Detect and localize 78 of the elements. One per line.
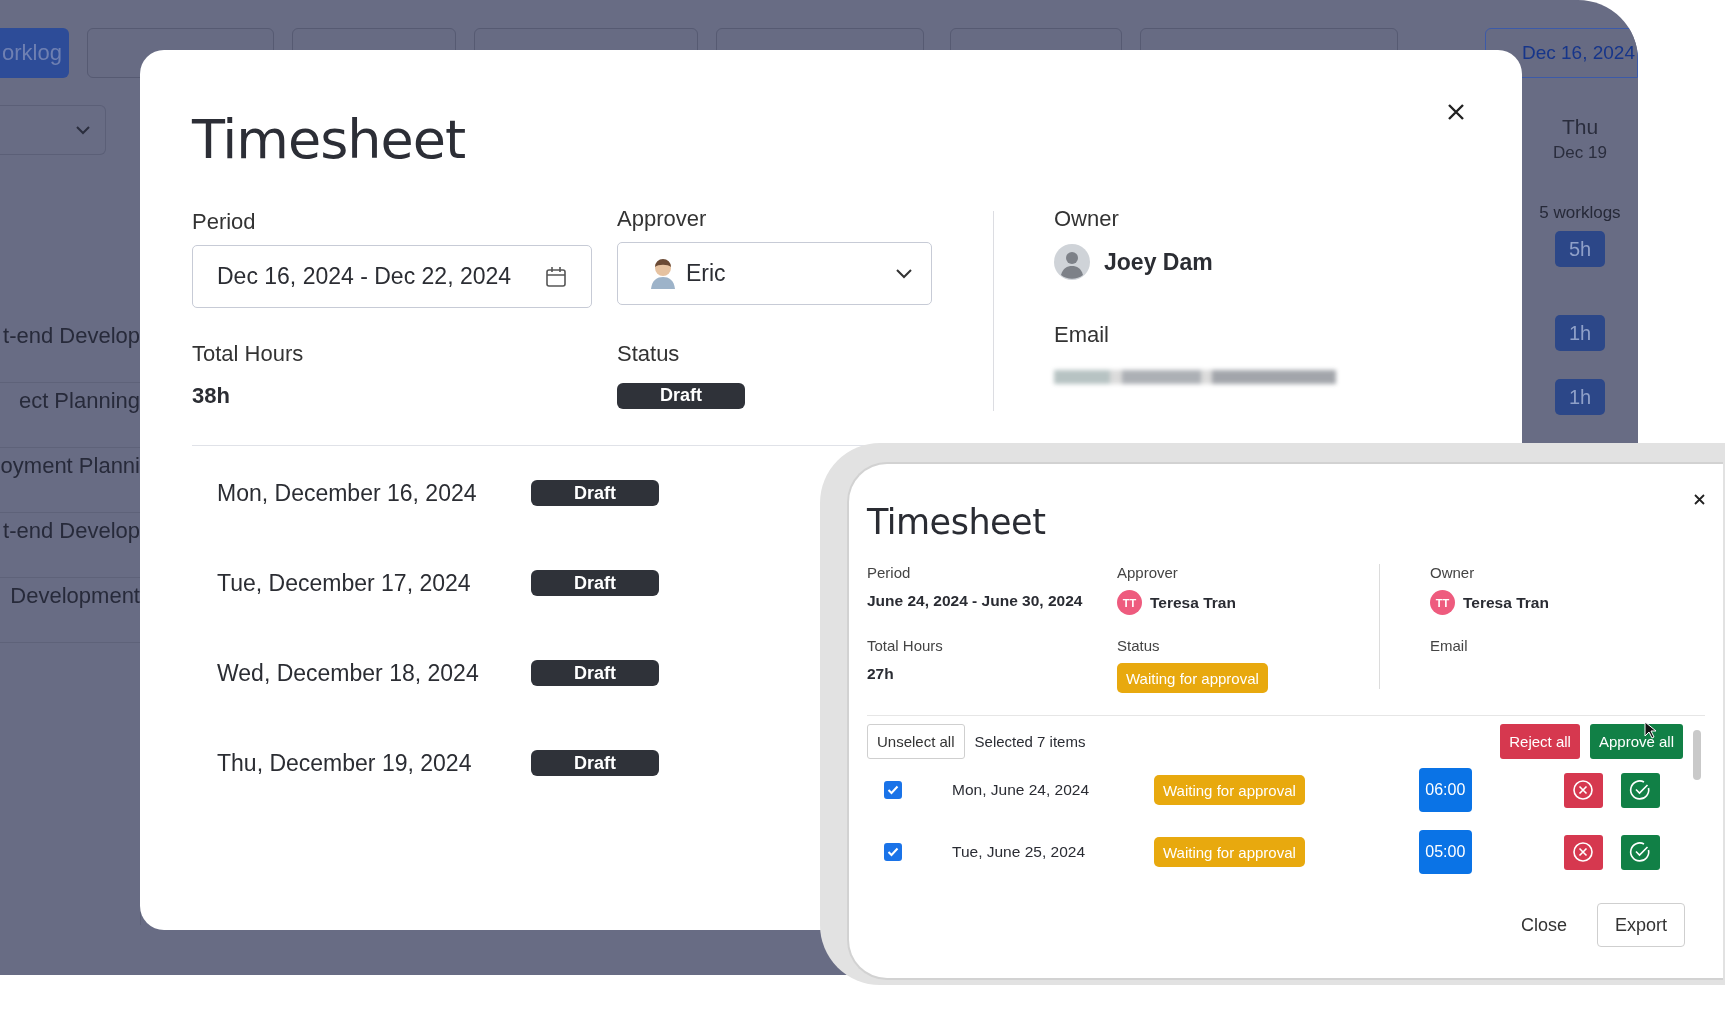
chevron-down-icon bbox=[75, 125, 91, 135]
cursor-icon bbox=[1644, 721, 1656, 739]
task-name: Development bbox=[10, 582, 140, 610]
status-badge: Draft bbox=[531, 750, 659, 776]
selection-count: Selected 7 items bbox=[974, 733, 1086, 750]
close-icon bbox=[1693, 493, 1706, 506]
check-icon bbox=[887, 785, 899, 795]
status-badge: Draft bbox=[617, 382, 745, 409]
hours-value: 06:00 bbox=[1418, 768, 1472, 812]
task-name: oyment Planni bbox=[0, 452, 140, 480]
day-date: Tue, June 25, 2024 bbox=[952, 843, 1086, 861]
hours-chip[interactable]: 1h bbox=[1555, 379, 1605, 415]
field-label: Status bbox=[1117, 637, 1161, 656]
person-name: Teresa Tran bbox=[1463, 593, 1549, 612]
worklog-count: 5 worklogs bbox=[1539, 203, 1621, 223]
day-date: Wed, December 18, 2024 bbox=[217, 659, 480, 687]
date-range-field[interactable]: Dec 16, 2024 - Dec 22, 2024 bbox=[192, 245, 592, 308]
weekday-label: Thu bbox=[1561, 115, 1599, 139]
approver-dropdown[interactable]: Eric bbox=[617, 242, 932, 305]
field-label: Email bbox=[1054, 322, 1110, 349]
period-value: June 24, 2024 - June 30, 2024 bbox=[867, 592, 1084, 610]
cancel-icon bbox=[1572, 841, 1595, 863]
scrollbar-thumb[interactable] bbox=[1693, 730, 1701, 780]
reject-all-button[interactable]: Reject all bbox=[1500, 724, 1580, 759]
chevron-down-icon bbox=[895, 268, 913, 279]
status-badge: Waiting for approval bbox=[1154, 837, 1305, 867]
field-label: Period bbox=[867, 564, 912, 583]
field-label: Status bbox=[617, 340, 681, 368]
task-name: t-end Develop bbox=[3, 517, 140, 545]
calendar-icon bbox=[545, 265, 567, 288]
status-badge: Draft bbox=[531, 570, 659, 596]
close-button[interactable]: Close bbox=[1514, 913, 1573, 937]
hours-chip[interactable]: 1h bbox=[1555, 315, 1605, 351]
field-label: Email bbox=[1430, 637, 1469, 656]
unselect-all-button[interactable]: Unselect all bbox=[867, 724, 965, 759]
day-date: Mon, June 24, 2024 bbox=[952, 781, 1091, 799]
day-date: Mon, December 16, 2024 bbox=[217, 479, 478, 507]
status-badge: Waiting for approval bbox=[1154, 775, 1305, 805]
check-circle-icon bbox=[1629, 841, 1652, 863]
field-label: Total Hours bbox=[192, 340, 305, 368]
field-label: Period bbox=[192, 209, 257, 236]
approve-button[interactable] bbox=[1620, 772, 1660, 808]
date-label: Dec 19 bbox=[1553, 143, 1607, 163]
export-button[interactable]: Export bbox=[1596, 903, 1685, 947]
hours-value: 05:00 bbox=[1418, 830, 1472, 874]
modal-title: Timesheet bbox=[867, 502, 1047, 542]
owner-name: Joey Dam bbox=[1104, 248, 1213, 276]
field-label: Approver bbox=[1117, 564, 1179, 583]
avatar-icon bbox=[650, 258, 676, 289]
status-badge: Draft bbox=[531, 480, 659, 506]
cancel-icon bbox=[1572, 779, 1595, 801]
field-label: Owner bbox=[1054, 206, 1120, 233]
hours-chip[interactable]: 5h bbox=[1555, 231, 1605, 267]
status-badge: Draft bbox=[531, 660, 659, 686]
status-badge: Waiting for approval bbox=[1117, 663, 1268, 693]
approve-all-button[interactable]: Approve all bbox=[1589, 724, 1683, 759]
close-icon bbox=[1446, 102, 1466, 122]
checkbox[interactable] bbox=[884, 781, 902, 799]
reject-button[interactable] bbox=[1563, 772, 1603, 808]
task-name: t-end Develop bbox=[3, 322, 140, 350]
field-label: Approver bbox=[617, 206, 708, 233]
checkbox[interactable] bbox=[884, 843, 902, 861]
avatar: TT bbox=[1430, 590, 1455, 615]
day-date: Tue, December 17, 2024 bbox=[217, 569, 472, 597]
field-label: Total Hours bbox=[867, 637, 944, 656]
avatar bbox=[1054, 244, 1090, 280]
check-icon bbox=[887, 847, 899, 857]
total-hours-value: 27h bbox=[867, 665, 895, 683]
person-name: Teresa Tran bbox=[1150, 593, 1236, 612]
modal-title: Timesheet bbox=[192, 108, 466, 171]
field-label: Owner bbox=[1430, 564, 1476, 583]
check-circle-icon bbox=[1629, 779, 1652, 801]
day-date: Thu, December 19, 2024 bbox=[217, 749, 473, 777]
reject-button[interactable] bbox=[1563, 834, 1603, 870]
avatar: TT bbox=[1117, 590, 1142, 615]
task-name: ect Planning bbox=[18, 387, 140, 415]
approve-button[interactable] bbox=[1620, 834, 1660, 870]
total-hours-value: 38h bbox=[192, 382, 231, 409]
